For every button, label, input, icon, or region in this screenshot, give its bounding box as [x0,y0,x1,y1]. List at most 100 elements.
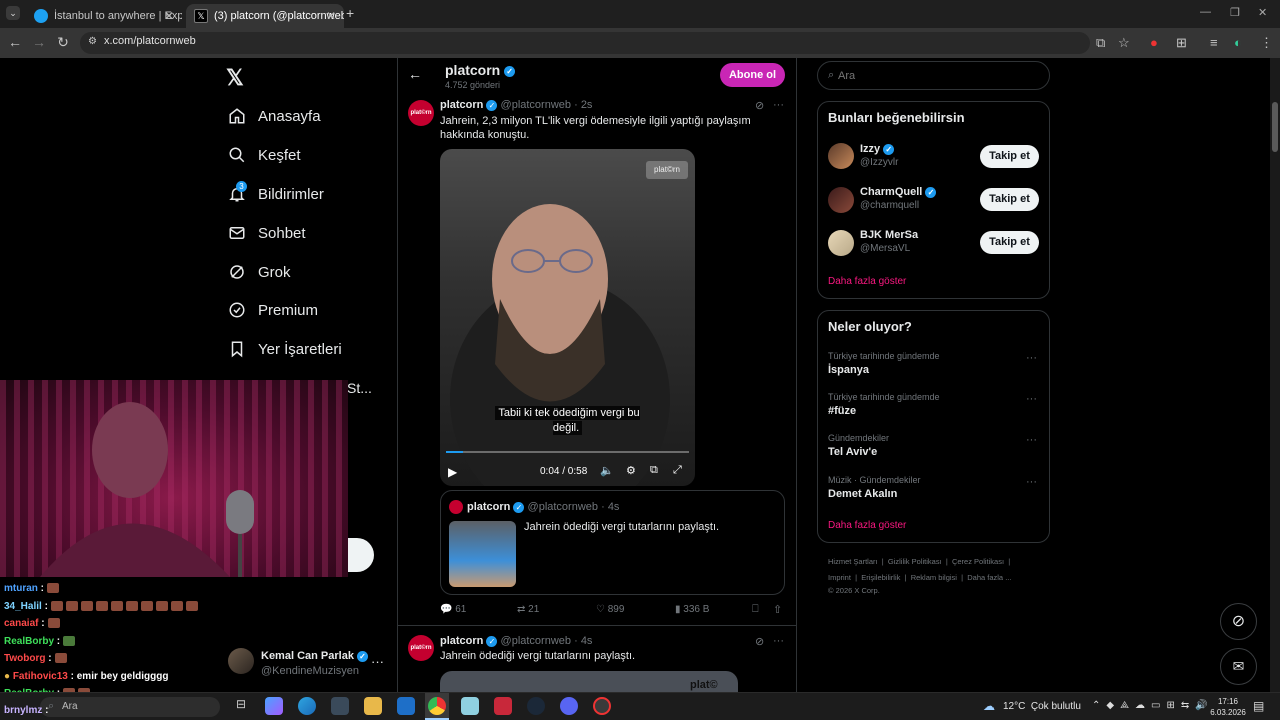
clock[interactable]: 17:16 6.03.2026 [1206,696,1250,718]
chrome-icon[interactable] [428,697,446,715]
tweet-avatar[interactable]: plat©rn [408,635,434,661]
repost-button[interactable]: ⇄ 21 [517,604,539,615]
tweet-author[interactable]: platcorn [440,99,483,111]
suggestion-avatar[interactable] [828,187,854,213]
trend-more-icon[interactable]: ··· [1026,476,1037,488]
suggestion-name[interactable]: BJK MerSa [860,229,918,241]
scrollbar[interactable] [1270,58,1280,692]
tweet-time[interactable]: 2s [581,99,593,111]
like-button[interactable]: ♡ 899 [596,604,624,615]
extension-icon[interactable]: ● [1150,35,1158,50]
steam-icon[interactable] [527,697,545,715]
nav-grok[interactable]: Grok [228,260,291,284]
nav-home[interactable]: Anasayfa [228,104,321,128]
trend-item[interactable]: Tel Aviv'e [828,446,877,458]
trend-item[interactable]: Demet Akalın [828,488,897,500]
trend-more-icon[interactable]: ··· [1026,434,1037,446]
scrollbar-thumb[interactable] [1272,102,1278,152]
search-input[interactable] [838,67,1038,84]
file-explorer-icon[interactable] [364,697,382,715]
obs-icon[interactable] [593,697,611,715]
bookmark-tweet-icon[interactable]: ⎕ [752,603,759,616]
bookmark-star-icon[interactable]: ☆ [1118,35,1130,51]
mail-app-icon[interactable] [397,697,415,715]
task-view-icon[interactable]: ⊟ [232,697,250,715]
trend-item[interactable]: #füze [828,405,856,417]
discord-icon[interactable] [560,697,578,715]
install-app-icon[interactable]: ⧉ [1096,35,1105,51]
follow-button[interactable]: Takip et [980,231,1039,254]
taskbar-search[interactable]: ⌕ Ara [40,697,220,717]
footer-link[interactable]: Gizlilik Politikası [888,557,942,566]
grok-tweet-icon[interactable]: ⊘ [755,99,764,112]
footer-link[interactable]: Imprint [828,573,851,582]
trend-more-icon[interactable]: ··· [1026,352,1037,364]
grok-tweet-icon[interactable]: ⊘ [755,635,764,648]
nav-bookmarks[interactable]: Yer İşaretleri [228,337,342,361]
suggestion-name[interactable]: CharmQuell ✓ [860,186,937,198]
notes-icon[interactable] [461,697,479,715]
search-box[interactable]: ⌕ [817,61,1050,90]
share-icon[interactable]: ⇧ [773,603,782,616]
settings-icon[interactable]: ⚙ [626,464,636,477]
tweet-time[interactable]: 4s [581,635,593,647]
grok-float-button[interactable]: ⊘ [1220,603,1257,640]
tweet-image[interactable]: plat© [440,671,738,692]
reply-button[interactable]: 💬 61 [440,604,466,615]
tweet-video[interactable]: plat©rn Tabii ki tek ödediğim vergi bu d… [440,149,695,486]
volume-icon[interactable]: 🔈 [600,464,614,477]
account-name[interactable]: Kemal Can Parlak ✓ [261,650,368,662]
back-arrow-icon[interactable]: ← [408,66,422,82]
footer-link[interactable]: Daha fazla ... [967,573,1011,582]
nav-notifications[interactable]: 3 Bildirimler [228,181,324,206]
trends-show-more[interactable]: Daha fazla göster [828,520,906,531]
trend-more-icon[interactable]: ··· [1026,393,1037,405]
account-more-icon[interactable]: ··· [371,654,384,669]
trend-item[interactable]: İspanya [828,364,869,376]
post-button[interactable] [348,538,374,572]
suggestion-avatar[interactable] [828,143,854,169]
profile-icon[interactable]: ◐ [1234,35,1242,50]
footer-link[interactable]: Reklam bilgisi [911,573,957,582]
site-info-icon[interactable]: ⚙ [88,36,97,47]
pip-icon[interactable]: ⧉ [650,464,658,477]
maximize-button[interactable]: ❐ [1230,6,1240,19]
back-button[interactable]: ← [6,34,24,50]
play-icon[interactable]: ▶ [448,465,457,479]
tweet-avatar[interactable]: plat©rn [408,100,434,126]
suggestion-avatar[interactable] [828,230,854,256]
forward-button[interactable]: → [30,34,48,50]
tweet-handle[interactable]: @platcornweb [501,635,571,647]
subscribe-button[interactable]: Abone ol [720,63,785,87]
messages-float-button[interactable]: ✉ [1220,648,1257,685]
menu-icon[interactable]: ⋮ [1260,35,1273,51]
close-window-button[interactable]: ✕ [1258,6,1267,19]
copilot-icon[interactable] [265,697,283,715]
follow-button[interactable]: Takip et [980,188,1039,211]
tab-platcorn[interactable]: 𝕏 (3) platcorn (@platcornweb) / X ✕ [186,4,344,28]
suggestions-show-more[interactable]: Daha fazla göster [828,276,906,287]
edge-icon[interactable] [298,697,316,715]
nav-premium[interactable]: Premium [228,298,318,322]
system-tray-icons[interactable]: ⌃◆⟁☁▭⊞⇆🔊 [1092,700,1214,711]
tweet-handle[interactable]: @platcornweb [501,99,571,111]
tweet-author[interactable]: platcorn [440,635,483,647]
weather-text[interactable]: 12°C Çok bulutlu [1003,701,1081,712]
tweet-more-icon[interactable]: ··· [773,635,784,647]
store-icon[interactable] [331,697,349,715]
views-button[interactable]: ▮ 336 B [675,604,709,615]
close-tab-icon[interactable]: ✕ [164,4,174,28]
footer-link[interactable]: Hizmet Şartları [828,557,878,566]
footer-link[interactable]: Çerez Politikası [952,557,1004,566]
tab-menu-button[interactable]: ⌄ [6,6,20,20]
reload-button[interactable]: ↻ [54,34,72,51]
x-logo-icon[interactable]: 𝕏 [226,65,244,91]
close-tab-icon[interactable]: ✕ [326,4,336,28]
video-progress-track[interactable] [446,451,689,453]
media-controls-icon[interactable]: ≡ [1210,35,1218,50]
tab-explore[interactable]: İstanbul to anywhere | Explore ✕ [26,4,182,28]
nav-truncated-label[interactable]: St... [347,380,372,396]
new-tab-button[interactable]: + [346,6,360,20]
notification-center-icon[interactable]: ▤ [1253,699,1264,713]
minimize-button[interactable]: — [1200,6,1211,18]
